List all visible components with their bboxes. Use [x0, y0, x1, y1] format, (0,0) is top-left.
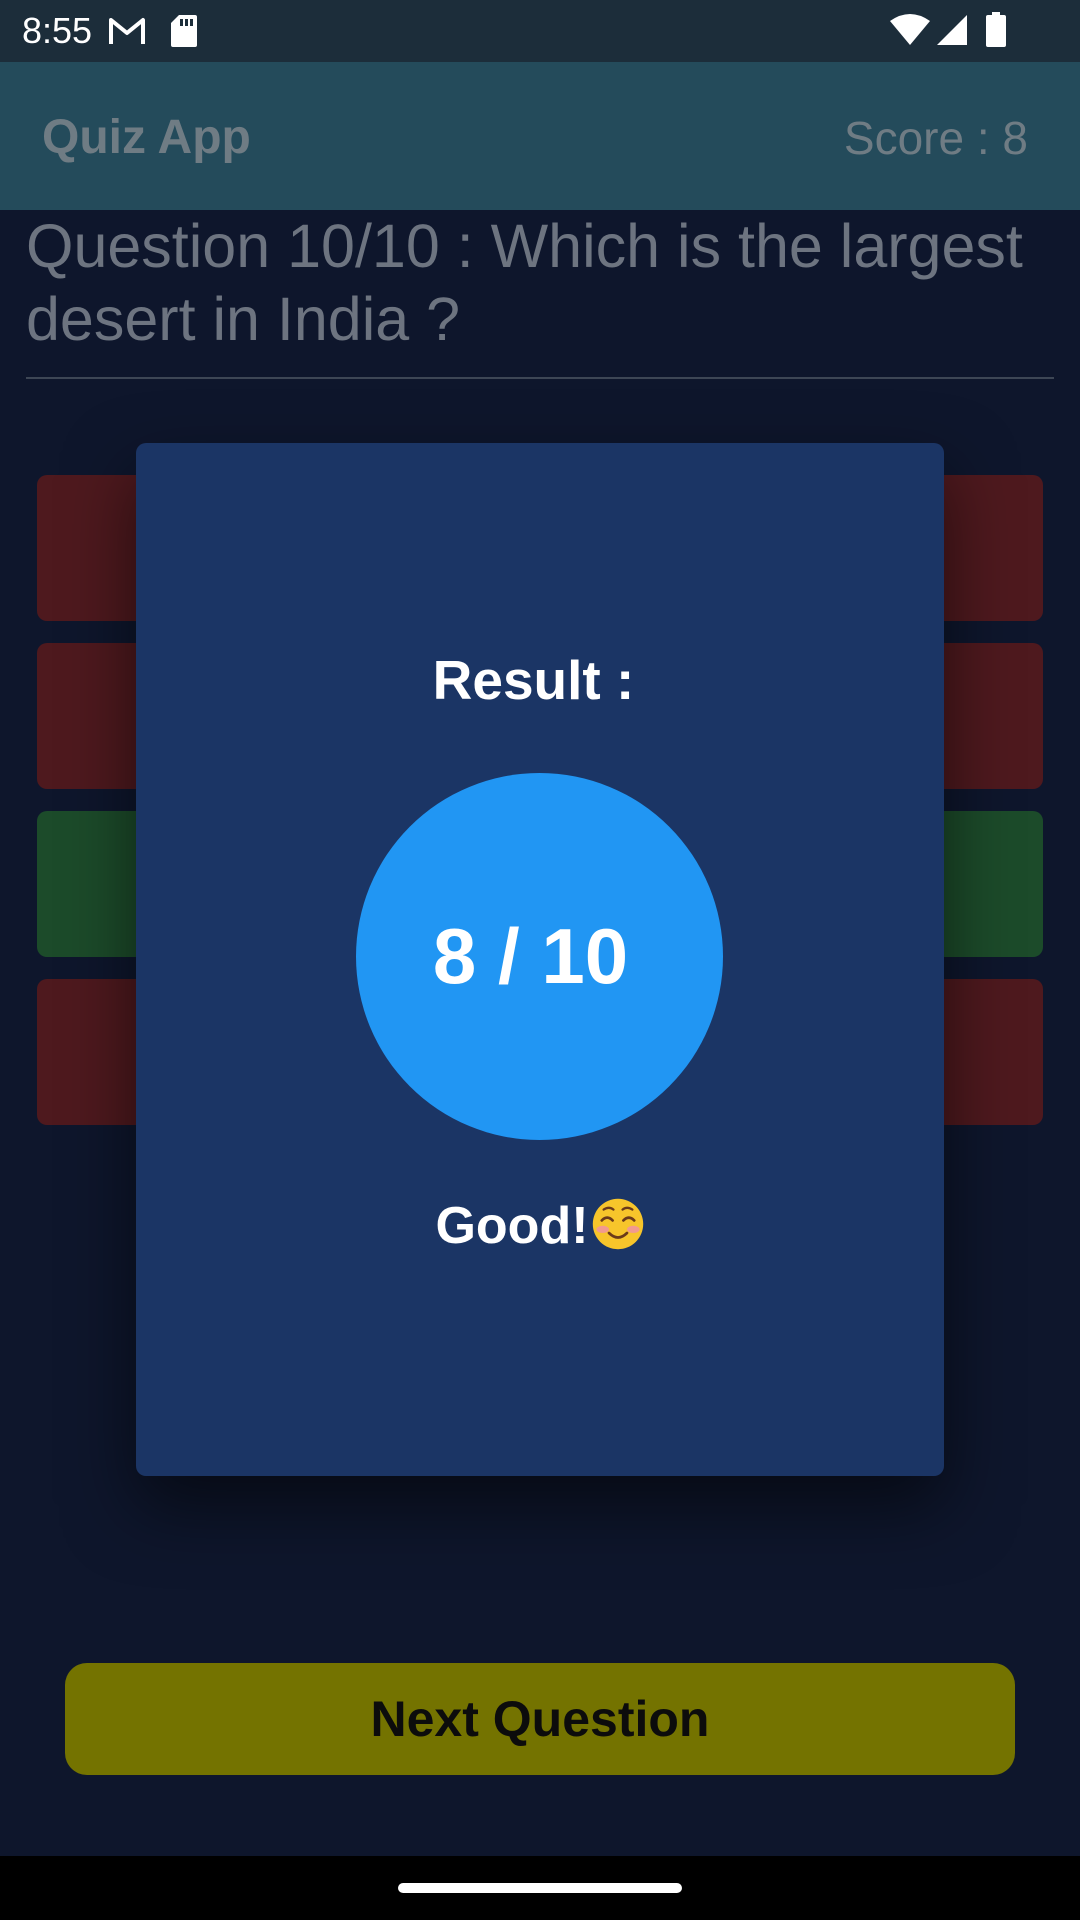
score-circle: 8 / 10 [356, 773, 723, 1140]
status-time: 8:55 [22, 10, 93, 51]
result-label: Result : [432, 649, 635, 711]
sd-card-icon [171, 15, 197, 47]
signal-icon [937, 15, 967, 45]
app-bar: Quiz App Score : 8 [0, 62, 1080, 210]
result-dialog: Result : 8 / 10 Good! [136, 443, 944, 1476]
result-score: 8 / 10 [432, 912, 629, 1000]
smiling-face-icon [592, 1198, 643, 1250]
navigation-bar [0, 1856, 1080, 1920]
battery-icon [986, 12, 1006, 47]
gmail-icon [109, 18, 145, 44]
verdict-text: Good! [435, 1197, 589, 1255]
question-divider [26, 377, 1054, 379]
wifi-icon [890, 14, 930, 45]
status-bar: 8:55 [0, 0, 1080, 62]
screen: 8:55 Quiz App Score : 8 Question 10/10 :… [0, 0, 1080, 1920]
score-label: Score : 8 [843, 112, 1028, 164]
next-question-button[interactable]: Next Question [65, 1663, 1015, 1775]
app-title: Quiz App [42, 111, 251, 164]
question-text: Question 10/10 : Which is the largest de… [26, 212, 1023, 353]
result-verdict: Good! [136, 1194, 944, 1258]
home-gesture-handle[interactable] [398, 1883, 682, 1893]
